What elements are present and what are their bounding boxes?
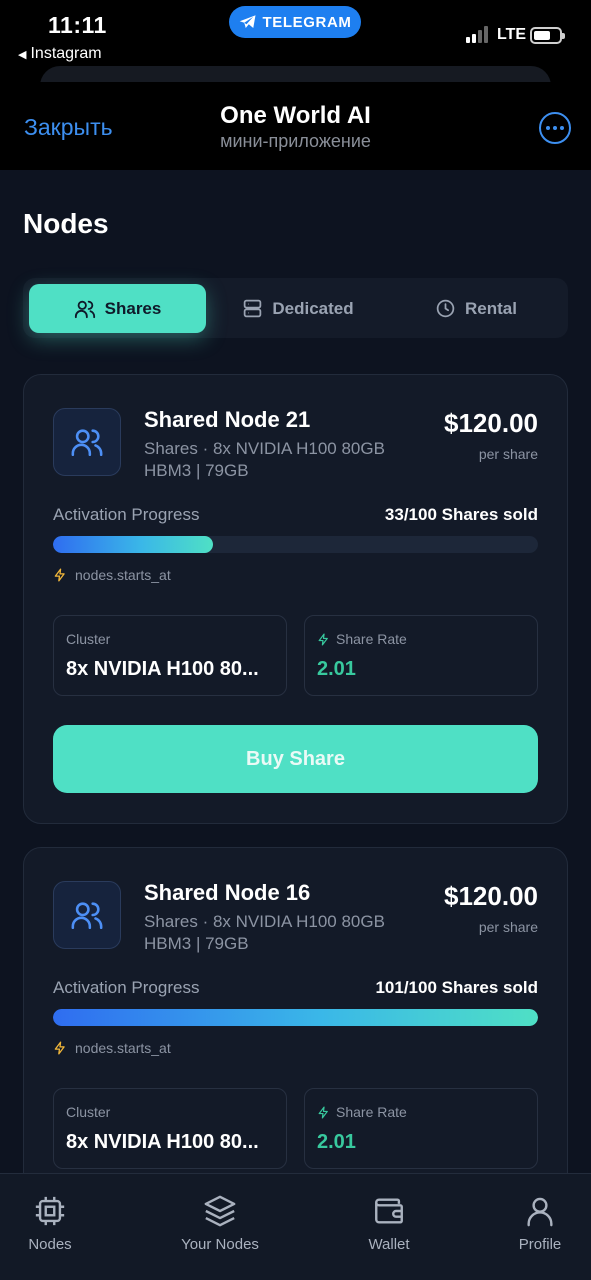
cluster-box: Cluster 8x NVIDIA H100 80...	[53, 1088, 287, 1169]
share-rate-value: 2.01	[317, 658, 356, 680]
layers-icon	[204, 1195, 236, 1227]
clock-time: 11:11	[48, 12, 107, 38]
tab-bar: Shares Dedicated Rental	[23, 278, 568, 338]
price-unit: per share	[478, 446, 538, 462]
nav-your-nodes[interactable]: Your Nodes	[165, 1194, 275, 1253]
share-rate-header: Share Rate	[317, 1104, 407, 1120]
bottom-nav: Nodes Your Nodes Wallet Profile	[0, 1173, 591, 1280]
buy-share-button[interactable]: Buy Share	[53, 725, 538, 793]
share-rate-value: 2.01	[317, 1131, 356, 1153]
shares-sold: 33/100 Shares sold	[384, 505, 538, 524]
cluster-label: Cluster	[66, 1104, 111, 1120]
share-rate-label: Share Rate	[336, 631, 407, 647]
node-name: Shared Node 16	[144, 880, 311, 905]
share-rate-box: Share Rate 2.01	[304, 615, 538, 696]
signal-icon	[466, 26, 488, 43]
progress-label: Activation Progress	[53, 978, 200, 997]
server-icon	[244, 299, 262, 318]
progress-fill	[53, 1009, 538, 1026]
node-price: $120.00	[444, 881, 538, 911]
tab-dedicated[interactable]: Dedicated	[213, 284, 383, 333]
shares-sold: 101/100 Shares sold	[375, 978, 538, 997]
node-spec: Shares · 8x NVIDIA H100 80GB HBM3 | 79GB	[144, 439, 385, 480]
battery-icon	[530, 27, 565, 44]
tab-shares[interactable]: Shares	[29, 284, 206, 333]
lightning-icon	[54, 1041, 65, 1055]
node-spec: Shares · 8x NVIDIA H100 80GB HBM3 | 79GB	[144, 912, 385, 953]
node-price: $120.00	[444, 408, 538, 438]
share-rate-label: Share Rate	[336, 1104, 407, 1120]
nav-label: Wallet	[368, 1236, 410, 1253]
progress-bar	[53, 536, 538, 553]
tab-label: Rental	[465, 298, 517, 318]
page-title: Nodes	[23, 208, 109, 239]
starts-at: nodes.starts_at	[53, 1040, 171, 1056]
progress-label: Activation Progress	[53, 505, 200, 524]
node-name: Shared Node 21	[144, 407, 311, 432]
cluster-box: Cluster 8x NVIDIA H100 80...	[53, 615, 287, 696]
progress-bar	[53, 1009, 538, 1026]
main-content: Nodes Shares Dedicated Rental Shared Nod…	[0, 170, 591, 1280]
lightning-icon	[318, 632, 328, 646]
chip-icon	[35, 1196, 65, 1226]
clock-icon	[436, 299, 455, 318]
telegram-plane-icon	[239, 15, 256, 28]
node-avatar	[53, 881, 121, 949]
starts-at: nodes.starts_at	[53, 567, 171, 583]
lightning-icon	[54, 568, 65, 582]
nav-label: Profile	[518, 1236, 562, 1253]
node-avatar	[53, 408, 121, 476]
nav-label: Your Nodes	[181, 1236, 259, 1253]
nav-nodes[interactable]: Nodes	[0, 1194, 105, 1253]
users-icon	[74, 300, 95, 318]
nav-wallet[interactable]: Wallet	[334, 1194, 444, 1253]
telegram-header: Закрыть One World AI мини-приложение	[0, 82, 591, 170]
tab-rental[interactable]: Rental	[390, 284, 562, 333]
user-icon	[527, 1197, 553, 1227]
node-card: Shared Node 21 Shares · 8x NVIDIA H100 8…	[23, 374, 568, 824]
users-icon	[71, 429, 103, 457]
share-rate-box: Share Rate 2.01	[304, 1088, 538, 1169]
more-dots-icon[interactable]	[539, 112, 571, 144]
telegram-pill[interactable]: TELEGRAM	[229, 6, 361, 38]
network-label: LTE	[497, 26, 527, 43]
cluster-label: Cluster	[66, 631, 111, 647]
starts-at-label: nodes.starts_at	[75, 567, 171, 583]
back-app-label: Instagram	[30, 45, 102, 62]
app-title: One World AI	[220, 102, 371, 129]
status-bar: 11:11 ◀ Instagram TELEGRAM LTE	[0, 0, 591, 70]
price-unit: per share	[478, 919, 538, 935]
telegram-pill-label: TELEGRAM	[262, 13, 352, 31]
lightning-icon	[318, 1105, 328, 1119]
wallet-icon	[375, 1198, 403, 1224]
tab-label: Shares	[104, 298, 162, 318]
progress-fill	[53, 536, 214, 553]
nav-profile[interactable]: Profile	[485, 1194, 591, 1253]
back-triangle-icon: ◀	[18, 49, 27, 61]
users-icon	[71, 902, 103, 930]
app-subtitle: мини-приложение	[220, 131, 371, 151]
cluster-value: 8x NVIDIA H100 80...	[66, 1131, 259, 1153]
cluster-value: 8x NVIDIA H100 80...	[66, 658, 259, 680]
back-to-app-link[interactable]: ◀ Instagram	[18, 45, 102, 63]
starts-at-label: nodes.starts_at	[75, 1040, 171, 1056]
nav-label: Nodes	[28, 1236, 72, 1253]
share-rate-header: Share Rate	[317, 631, 407, 647]
tab-label: Dedicated	[272, 298, 354, 318]
